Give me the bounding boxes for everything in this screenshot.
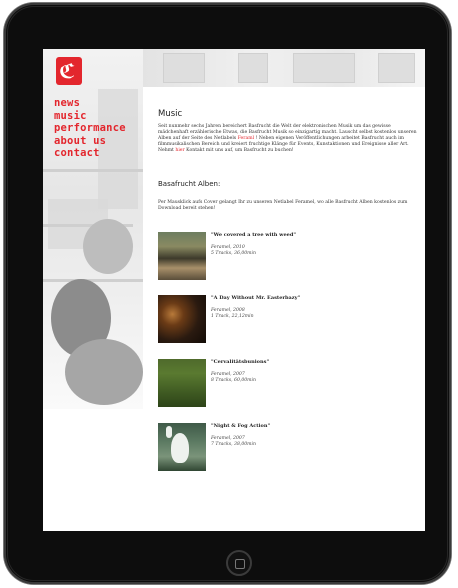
header-texture [143, 49, 425, 87]
album-label-year: Feramel, 2007 [211, 436, 245, 441]
album-item: "Cervalitätsbunions" Feramel, 2007 8 Trac… [158, 359, 418, 409]
artwork-stripe [43, 169, 143, 172]
album-label-year: Feramel, 2007 [211, 372, 245, 377]
nav-item-contact[interactable]: contact [54, 147, 126, 160]
texture-tile [238, 53, 268, 83]
sidebar-artwork: ℭ news music performance about us contac… [43, 49, 143, 531]
album-cover-dark-room[interactable] [158, 295, 206, 343]
artwork-portrait [65, 339, 143, 405]
intro-text: Seit nunmehr sechs Jahren bereichert Bas… [158, 124, 420, 154]
album-title: "We covered a tree with weed" [211, 232, 296, 238]
album-tracks: 5 Tracks, 36,00min [211, 251, 256, 256]
album-item: "Night & Fog Action" Feramel, 2007 7 Trac… [158, 423, 418, 473]
album-title: "Night & Fog Action" [211, 423, 271, 429]
web-page: ℭ news music performance about us contac… [43, 49, 425, 531]
album-title: "Cervalitätsbunions" [211, 359, 270, 365]
album-meta: Feramel, 2007 7 Tracks, 38,00min [211, 436, 256, 448]
intro-text-part: Kontakt mit uns auf, um Basfrucht zu buc… [184, 148, 294, 154]
contact-link[interactable]: hier [175, 148, 184, 153]
texture-tile [163, 53, 205, 83]
site-logo[interactable]: ℭ [56, 57, 82, 85]
album-label-year: Feramel, 2010 [211, 245, 245, 250]
heron-neck [166, 426, 172, 438]
album-cover-tree[interactable] [158, 232, 206, 280]
album-tracks: 8 Tracks, 60,00min [211, 378, 256, 383]
texture-tile [378, 53, 415, 83]
home-button[interactable] [226, 550, 252, 576]
album-item: "A Day Without Mr. Easterbazy" Feramel, … [158, 295, 418, 345]
texture-tile [293, 53, 355, 83]
album-cover-green[interactable] [158, 359, 206, 407]
album-tracks: 7 Tracks, 38,00min [211, 442, 256, 447]
nav-item-performance[interactable]: performance [54, 122, 126, 135]
albums-heading: Basafrucht Alben: [158, 180, 221, 188]
album-meta: Feramel, 2008 1 Track, 22,12min [211, 308, 254, 320]
heron-figure [171, 433, 189, 463]
nav-item-about-us[interactable]: about us [54, 135, 126, 148]
feramel-link[interactable]: Feraml [238, 136, 254, 141]
page-title: Music [158, 109, 183, 119]
album-title: "A Day Without Mr. Easterbazy" [211, 295, 301, 301]
album-tracks: 1 Track, 22,12min [211, 314, 254, 319]
main-navigation: news music performance about us contact [54, 97, 126, 160]
artwork-portrait [83, 219, 133, 274]
album-item: "We covered a tree with weed" Feramel, 2… [158, 232, 418, 282]
nav-item-news[interactable]: news [54, 97, 126, 110]
album-cover-heron[interactable] [158, 423, 206, 471]
album-meta: Feramel, 2010 5 Tracks, 36,00min [211, 245, 256, 257]
nav-item-music[interactable]: music [54, 110, 126, 123]
album-meta: Feramel, 2007 8 Tracks, 60,00min [211, 372, 256, 384]
album-label-year: Feramel, 2008 [211, 308, 245, 313]
download-note: Per Mausklick aufs Cover gelangt Ihr zu … [158, 200, 408, 212]
logo-icon: ℭ [59, 59, 76, 83]
